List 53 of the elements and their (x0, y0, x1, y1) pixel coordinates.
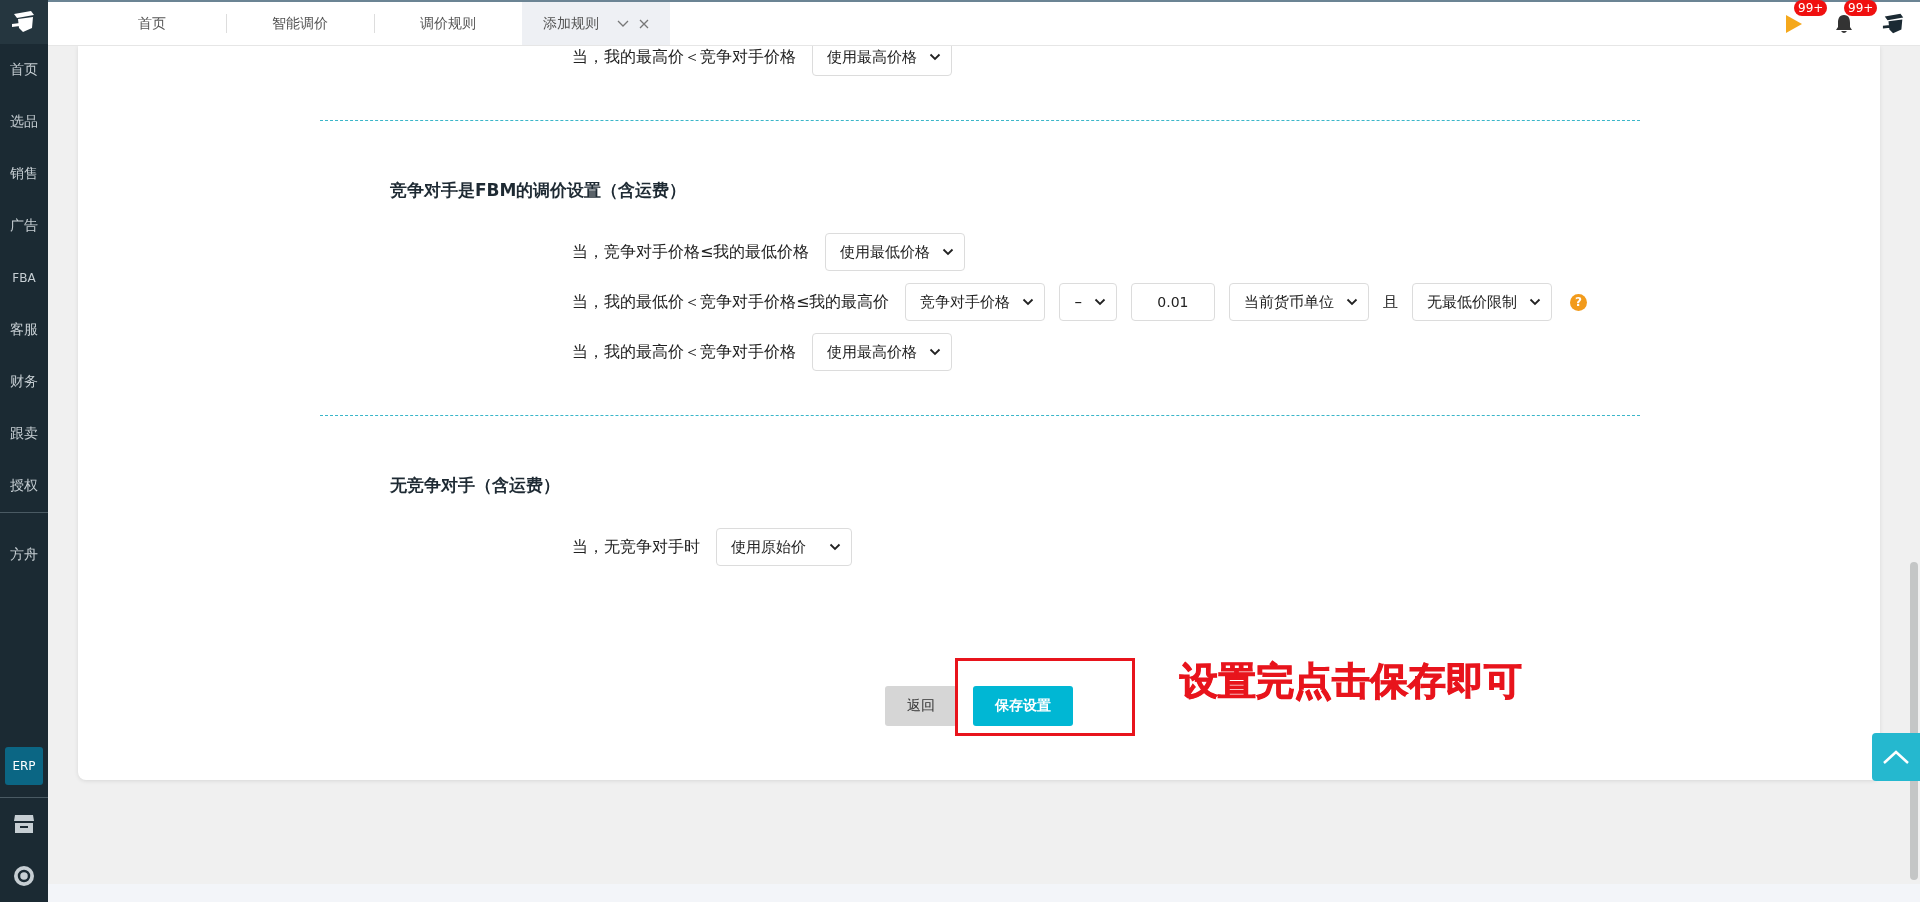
chevron-down-icon (1528, 298, 1541, 306)
back-button[interactable]: 返回 (885, 686, 957, 726)
logo-icon (11, 10, 37, 34)
tab[interactable]: 智能调价 (226, 2, 374, 45)
sidebar-item[interactable]: 广告 (0, 200, 48, 252)
section-title: 竞争对手是FBM的调价设置（含运费） (390, 179, 688, 202)
tab[interactable]: 调价规则 (374, 2, 522, 45)
tab[interactable]: 添加规则 (522, 2, 670, 45)
dropdown[interactable]: – (1059, 283, 1117, 321)
rule-label: 当，我的最高价＜竞争对手价格 (572, 341, 796, 363)
rule-label: 当，无竞争对手时 (572, 536, 700, 558)
close-icon[interactable] (639, 18, 649, 29)
sidebar-item[interactable]: 选品 (0, 96, 48, 148)
count-badge: 99+ (1794, 0, 1828, 16)
sidebar-item[interactable]: 授权 (0, 460, 48, 512)
tab[interactable]: 首页 (78, 2, 226, 45)
sidebar-item[interactable]: 首页 (0, 44, 48, 96)
rule-label: 当，我的最高价＜竞争对手价格 (572, 46, 796, 68)
bell-icon[interactable] (1835, 13, 1853, 34)
dropdown[interactable]: 使用最高价格 (812, 46, 952, 76)
annotation-text: 设置完点击保存即可 (1180, 658, 1522, 705)
flag-icon[interactable] (1785, 13, 1803, 34)
rule-label: 当，竞争对手价格≤我的最低价格 (572, 241, 810, 263)
dropdown[interactable]: 无最低价限制 (1411, 283, 1552, 321)
sidebar-item[interactable]: 财务 (0, 356, 48, 408)
count-badge: 99+ (1844, 0, 1878, 16)
chevron-down-icon[interactable] (617, 19, 629, 28)
amount-field[interactable]: 0.01 (1130, 283, 1215, 321)
chevron-up-icon (1882, 749, 1910, 765)
sidebar-item[interactable]: 方舟 (0, 529, 48, 581)
section-title: 无竞争对手（含运费） (390, 474, 561, 497)
chevron-down-icon (1093, 298, 1106, 306)
dropdown[interactable]: 当前货币单位 (1228, 283, 1369, 321)
dropdown[interactable]: 使用最低价格 (825, 233, 966, 271)
rule-label: 当，我的最低价＜竞争对手价格≤我的最高价 (572, 291, 890, 313)
sidebar-item[interactable]: 跟卖 (0, 408, 48, 460)
chevron-down-icon (1345, 298, 1358, 306)
avatar-icon[interactable] (1882, 11, 1906, 36)
dropdown[interactable]: 使用最高价格 (812, 333, 952, 371)
sidebar-item[interactable]: 销售 (0, 148, 48, 200)
dropdown[interactable]: 竞争对手价格 (905, 283, 1046, 321)
chevron-down-icon (829, 543, 841, 551)
scroll-to-top-button[interactable] (1872, 733, 1920, 781)
erp-button[interactable]: ERP (5, 747, 43, 785)
sidebar-item[interactable]: 客服 (0, 304, 48, 356)
chevron-down-icon (942, 248, 955, 256)
store-icon[interactable] (13, 814, 35, 834)
chevron-down-icon (929, 348, 941, 356)
chevron-down-icon (1022, 298, 1035, 306)
sidebar-item[interactable]: FBA (0, 252, 48, 304)
chevron-down-icon (929, 53, 941, 61)
dropdown[interactable]: 使用原始价 (716, 528, 852, 566)
conjunction-text: 且 (1382, 292, 1398, 312)
